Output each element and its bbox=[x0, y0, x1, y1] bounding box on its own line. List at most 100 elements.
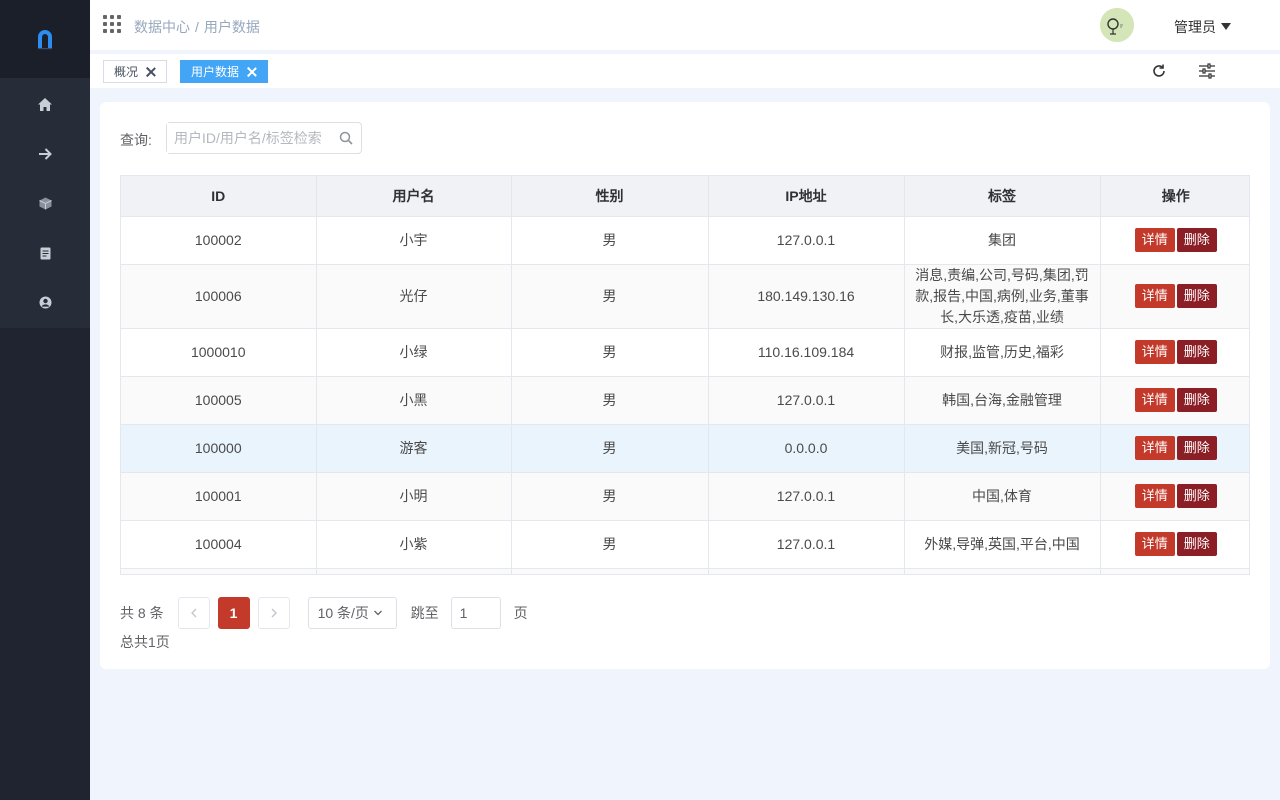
close-icon[interactable] bbox=[146, 67, 156, 77]
cell-gender: 男 bbox=[511, 328, 709, 377]
user-table: ID 用户名 性别 IP地址 标签 操作 100002 小宇 男 127.0.0… bbox=[120, 175, 1250, 575]
cell-gender: 男 bbox=[511, 424, 709, 473]
sidebar-item-home[interactable] bbox=[0, 80, 90, 130]
cell-actions: 详情 删除 bbox=[1100, 216, 1249, 265]
sidebar-item-cube[interactable] bbox=[0, 179, 90, 229]
logo-icon bbox=[38, 30, 52, 50]
page-size-select[interactable]: 10 条/页 bbox=[307, 597, 397, 629]
cell-username: 小绿 bbox=[316, 328, 512, 377]
tag-user-data[interactable]: 用户数据 bbox=[180, 60, 269, 83]
search-field[interactable] bbox=[166, 122, 362, 154]
page-number-button[interactable]: 1 bbox=[217, 597, 250, 629]
avatar[interactable] bbox=[1100, 8, 1134, 42]
query-label: 查询: bbox=[120, 132, 152, 148]
table-row-partial bbox=[121, 568, 1249, 574]
cell-id: 100006 bbox=[121, 264, 317, 329]
delete-button[interactable]: 删除 bbox=[1176, 388, 1217, 412]
caret-down-icon bbox=[1221, 22, 1231, 30]
table-row-hovered: 100000 游客 男 0.0.0.0 美国,新冠,号码 详情 删除 bbox=[121, 424, 1249, 473]
cell-tags bbox=[904, 568, 1101, 574]
delete-button[interactable]: 删除 bbox=[1176, 436, 1217, 460]
cell-actions: 详情 删除 bbox=[1100, 520, 1249, 569]
column-header-tags[interactable]: 标签 bbox=[904, 176, 1101, 217]
detail-button[interactable]: 详情 bbox=[1134, 484, 1175, 508]
detail-button[interactable]: 详情 bbox=[1134, 436, 1175, 460]
chevron-right-icon bbox=[271, 608, 277, 618]
tag-label: 概况 bbox=[114, 65, 139, 79]
jump-label: 跳至 bbox=[410, 605, 439, 621]
user-name: 管理员 bbox=[1174, 19, 1216, 35]
page-size-value: 10 条/页 bbox=[317, 605, 369, 621]
cell-id: 1000010 bbox=[121, 328, 317, 377]
detail-button[interactable]: 详情 bbox=[1134, 532, 1175, 556]
cell-id: 100000 bbox=[121, 424, 317, 473]
sidebar-item-forward[interactable] bbox=[0, 130, 90, 180]
cell-ip: 0.0.0.0 bbox=[708, 424, 905, 473]
sidebar-item-user[interactable] bbox=[0, 278, 90, 328]
sidebar-item-document[interactable] bbox=[0, 229, 90, 279]
column-header-gender[interactable]: 性别 bbox=[511, 176, 709, 217]
cell-ip: 127.0.0.1 bbox=[708, 376, 905, 425]
pagination: 共 8 条 1 10 条/页 跳至 页 bbox=[120, 597, 528, 629]
total-pages: 总共1页 bbox=[120, 634, 170, 650]
chevron-left-icon bbox=[190, 608, 197, 618]
cell-id: 100001 bbox=[121, 472, 317, 521]
table-row: 100002 小宇 男 127.0.0.1 集团 详情 删除 bbox=[121, 216, 1249, 265]
delete-button[interactable]: 删除 bbox=[1176, 484, 1217, 508]
column-header-actions: 操作 bbox=[1100, 176, 1249, 217]
user-menu[interactable]: 管理员 bbox=[1174, 17, 1231, 37]
jump-suffix: 页 bbox=[513, 605, 528, 621]
tags-view: 概况 用户数据 bbox=[90, 54, 1280, 88]
delete-button[interactable]: 删除 bbox=[1176, 284, 1217, 308]
logo[interactable] bbox=[0, 0, 90, 78]
detail-button[interactable]: 详情 bbox=[1134, 340, 1175, 364]
cell-ip bbox=[708, 568, 905, 574]
top-header: 数据中心 / 用户数据 管理员 bbox=[90, 0, 1280, 50]
cell-actions: 详情 删除 bbox=[1100, 376, 1249, 425]
cell-gender: 男 bbox=[511, 376, 709, 425]
sidebar bbox=[0, 0, 90, 800]
breadcrumb-item: 用户数据 bbox=[203, 19, 260, 35]
breadcrumb-item[interactable]: 数据中心 bbox=[134, 19, 190, 35]
cell-tags: 外媒,导弹,英国,平台,中国 bbox=[904, 520, 1101, 569]
cell-username: 游客 bbox=[316, 424, 512, 473]
prev-page-button[interactable] bbox=[177, 597, 210, 629]
column-header-ip[interactable]: IP地址 bbox=[708, 176, 905, 217]
apps-grid-icon[interactable] bbox=[103, 15, 121, 33]
cell-ip: 127.0.0.1 bbox=[708, 520, 905, 569]
detail-button[interactable]: 详情 bbox=[1134, 228, 1175, 252]
jump-page-input[interactable] bbox=[450, 597, 501, 629]
cell-username: 小明 bbox=[316, 472, 512, 521]
settings-sliders-icon[interactable] bbox=[1198, 62, 1216, 80]
cell-actions: 详情 删除 bbox=[1100, 472, 1249, 521]
cell-gender: 男 bbox=[511, 216, 709, 265]
delete-button[interactable]: 删除 bbox=[1176, 228, 1217, 252]
delete-button[interactable]: 删除 bbox=[1176, 340, 1217, 364]
cell-gender: 男 bbox=[511, 472, 709, 521]
total-count: 共 8 条 bbox=[120, 605, 164, 621]
detail-button[interactable]: 详情 bbox=[1134, 388, 1175, 412]
column-header-id[interactable]: ID bbox=[121, 176, 317, 217]
arrow-right-icon bbox=[39, 148, 52, 160]
breadcrumb: 数据中心 / 用户数据 bbox=[134, 17, 260, 37]
cube-icon bbox=[38, 197, 52, 210]
cell-actions: 详情 删除 bbox=[1100, 424, 1249, 473]
search-icon[interactable] bbox=[339, 131, 353, 145]
refresh-icon[interactable] bbox=[1150, 62, 1168, 80]
cell-gender: 男 bbox=[511, 520, 709, 569]
detail-button[interactable]: 详情 bbox=[1134, 284, 1175, 308]
cell-gender bbox=[511, 568, 709, 574]
close-icon[interactable] bbox=[247, 67, 257, 77]
column-header-username[interactable]: 用户名 bbox=[316, 176, 512, 217]
cell-ip: 110.16.109.184 bbox=[708, 328, 905, 377]
document-icon bbox=[40, 247, 50, 260]
cell-actions: 详情 删除 bbox=[1100, 328, 1249, 377]
search-input[interactable] bbox=[167, 123, 332, 153]
cell-tags: 财报,监管,历史,福彩 bbox=[904, 328, 1101, 377]
cell-id: 100004 bbox=[121, 520, 317, 569]
delete-button[interactable]: 删除 bbox=[1176, 532, 1217, 556]
cell-id bbox=[121, 568, 317, 574]
tag-overview[interactable]: 概况 bbox=[103, 60, 168, 83]
cell-tags: 中国,体育 bbox=[904, 472, 1101, 521]
next-page-button[interactable] bbox=[257, 597, 290, 629]
